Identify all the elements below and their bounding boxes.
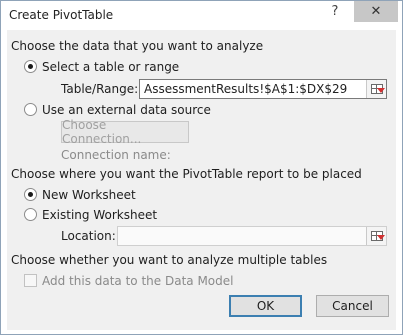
select-table-radio[interactable] [24, 60, 37, 73]
data-model-checkbox[interactable] [24, 274, 37, 287]
close-button[interactable]: ✕ [354, 1, 398, 22]
existing-worksheet-radio[interactable] [24, 208, 37, 221]
new-worksheet-radio[interactable] [24, 188, 37, 201]
data-model-label[interactable]: Add this data to the Data Model [42, 274, 233, 288]
external-source-radio[interactable] [24, 103, 37, 116]
help-icon: ? [331, 4, 339, 19]
dialog-title: Create PivotTable [9, 8, 114, 22]
create-pivottable-dialog: Create PivotTable ? ✕ Choose the data th… [0, 0, 403, 335]
choose-connection-button[interactable]: Choose Connection... [61, 118, 189, 146]
title-bar: Create PivotTable ? ✕ [1, 1, 402, 30]
ok-button[interactable]: OK [229, 295, 302, 317]
dialog-body: Choose the data that you want to analyze… [7, 30, 396, 330]
new-worksheet-label[interactable]: New Worksheet [42, 188, 136, 202]
location-label: Location: [61, 229, 116, 243]
table-range-label: Table/Range: [61, 82, 139, 96]
connection-name-label: Connection name: [61, 148, 171, 162]
location-collapse-button[interactable] [366, 227, 386, 245]
placement-section-heading: Choose where you want the PivotTable rep… [11, 167, 362, 181]
multiple-tables-section-heading: Choose whether you want to analyze multi… [11, 253, 328, 267]
data-section-heading: Choose the data that you want to analyze [11, 39, 264, 53]
existing-worksheet-label[interactable]: Existing Worksheet [42, 208, 157, 222]
select-table-label[interactable]: Select a table or range [42, 60, 179, 74]
help-button[interactable]: ? [320, 1, 350, 22]
location-input[interactable] [117, 226, 387, 246]
close-icon: ✕ [370, 4, 382, 19]
table-range-input[interactable]: AssessmentResults!$A$1:$DX$29 [139, 79, 387, 99]
table-range-collapse-button[interactable] [366, 80, 386, 98]
external-source-label[interactable]: Use an external data source [42, 103, 211, 117]
cancel-button[interactable]: Cancel [316, 295, 389, 317]
